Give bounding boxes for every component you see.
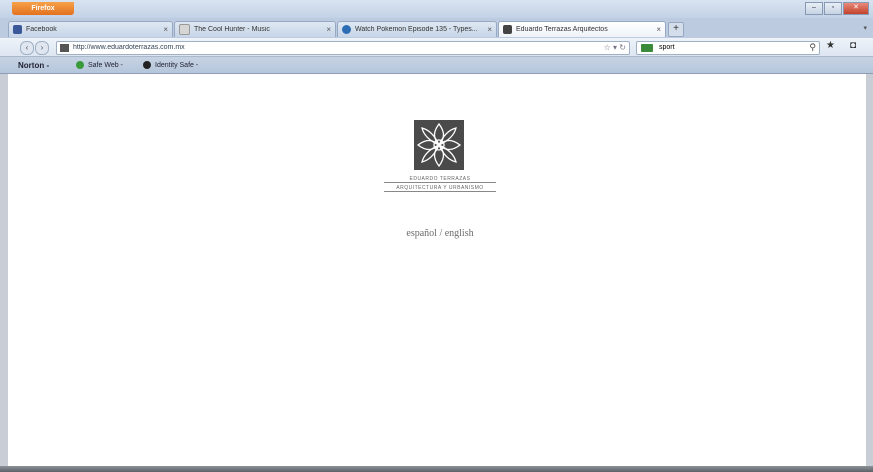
norton-label: Norton -	[18, 60, 50, 70]
language-selector: español / english	[380, 228, 500, 239]
tab-strip: Facebook × The Cool Hunter - Music × Wat…	[0, 18, 873, 38]
eduardo-terrazas-logo	[414, 120, 464, 170]
lang-english-link[interactable]: english	[445, 228, 474, 239]
search-input[interactable]	[659, 42, 789, 53]
tab-list-icon[interactable]: ▾	[863, 24, 867, 32]
close-tab-icon[interactable]: ×	[656, 25, 661, 34]
site-identity-icon[interactable]	[60, 44, 69, 52]
tab-pokemon[interactable]: Watch Pokemon Episode 135 - Types... ×	[337, 21, 497, 37]
tab-label: Eduardo Terrazas Arquitectos	[516, 26, 608, 33]
safe-web-label: Safe Web -	[88, 61, 123, 69]
lang-separator: /	[436, 228, 445, 239]
site-icon	[503, 25, 512, 34]
window-controls: – ▫ ✕	[805, 2, 869, 15]
firefox-menu-button[interactable]: Firefox	[12, 2, 74, 15]
search-icon[interactable]: ⚲	[809, 42, 816, 53]
search-box[interactable]: ⚲	[636, 41, 820, 55]
title-bar: Firefox – ▫ ✕	[0, 0, 873, 18]
identity-safe-menu[interactable]: Identity Safe -	[143, 59, 198, 71]
back-button[interactable]: ‹	[20, 41, 34, 55]
addon-icon[interactable]: ◘	[850, 40, 856, 51]
address-bar[interactable]: ☆ ▾ ↻	[56, 41, 630, 55]
tab-label: The Cool Hunter - Music	[194, 26, 270, 33]
norton-toolbar: Norton - Safe Web - Identity Safe -	[0, 57, 873, 74]
facebook-icon	[13, 25, 22, 34]
identity-safe-label: Identity Safe -	[155, 61, 199, 69]
new-tab-button[interactable]: +	[668, 22, 684, 37]
tab-cool-hunter[interactable]: The Cool Hunter - Music ×	[174, 21, 336, 37]
safe-web-menu[interactable]: Safe Web -	[76, 59, 123, 71]
divider	[384, 182, 496, 183]
navigation-bar: ‹ › ☆ ▾ ↻ ⚲ ★ ◘	[0, 38, 873, 57]
page-icon	[179, 24, 190, 35]
tab-label: Facebook	[26, 26, 57, 33]
maximize-button[interactable]: ▫	[824, 2, 842, 15]
url-input[interactable]	[73, 42, 553, 53]
tab-label: Watch Pokemon Episode 135 - Types...	[355, 26, 478, 33]
bookmarks-star-icon[interactable]: ★	[826, 40, 835, 51]
close-tab-icon[interactable]: ×	[487, 25, 492, 34]
safe-web-icon	[76, 61, 84, 69]
identity-safe-icon	[143, 61, 151, 69]
divider	[384, 191, 496, 192]
forward-button[interactable]: ›	[35, 41, 49, 55]
close-tab-icon[interactable]: ×	[163, 25, 168, 34]
close-window-button[interactable]: ✕	[843, 2, 869, 15]
lang-spanish-link[interactable]: español	[406, 228, 437, 239]
close-tab-icon[interactable]: ×	[326, 25, 331, 34]
tab-eduardo-terrazas[interactable]: Eduardo Terrazas Arquitectos ×	[498, 21, 666, 37]
norton-menu[interactable]: Norton -	[18, 59, 49, 71]
window-bottom-edge	[0, 466, 873, 472]
search-engine-icon[interactable]	[641, 44, 653, 52]
bookmark-star-icon[interactable]: ☆ ▾ ↻	[604, 43, 626, 52]
tab-facebook[interactable]: Facebook ×	[8, 21, 173, 37]
minimize-button[interactable]: –	[805, 2, 823, 15]
globe-icon	[342, 25, 351, 34]
